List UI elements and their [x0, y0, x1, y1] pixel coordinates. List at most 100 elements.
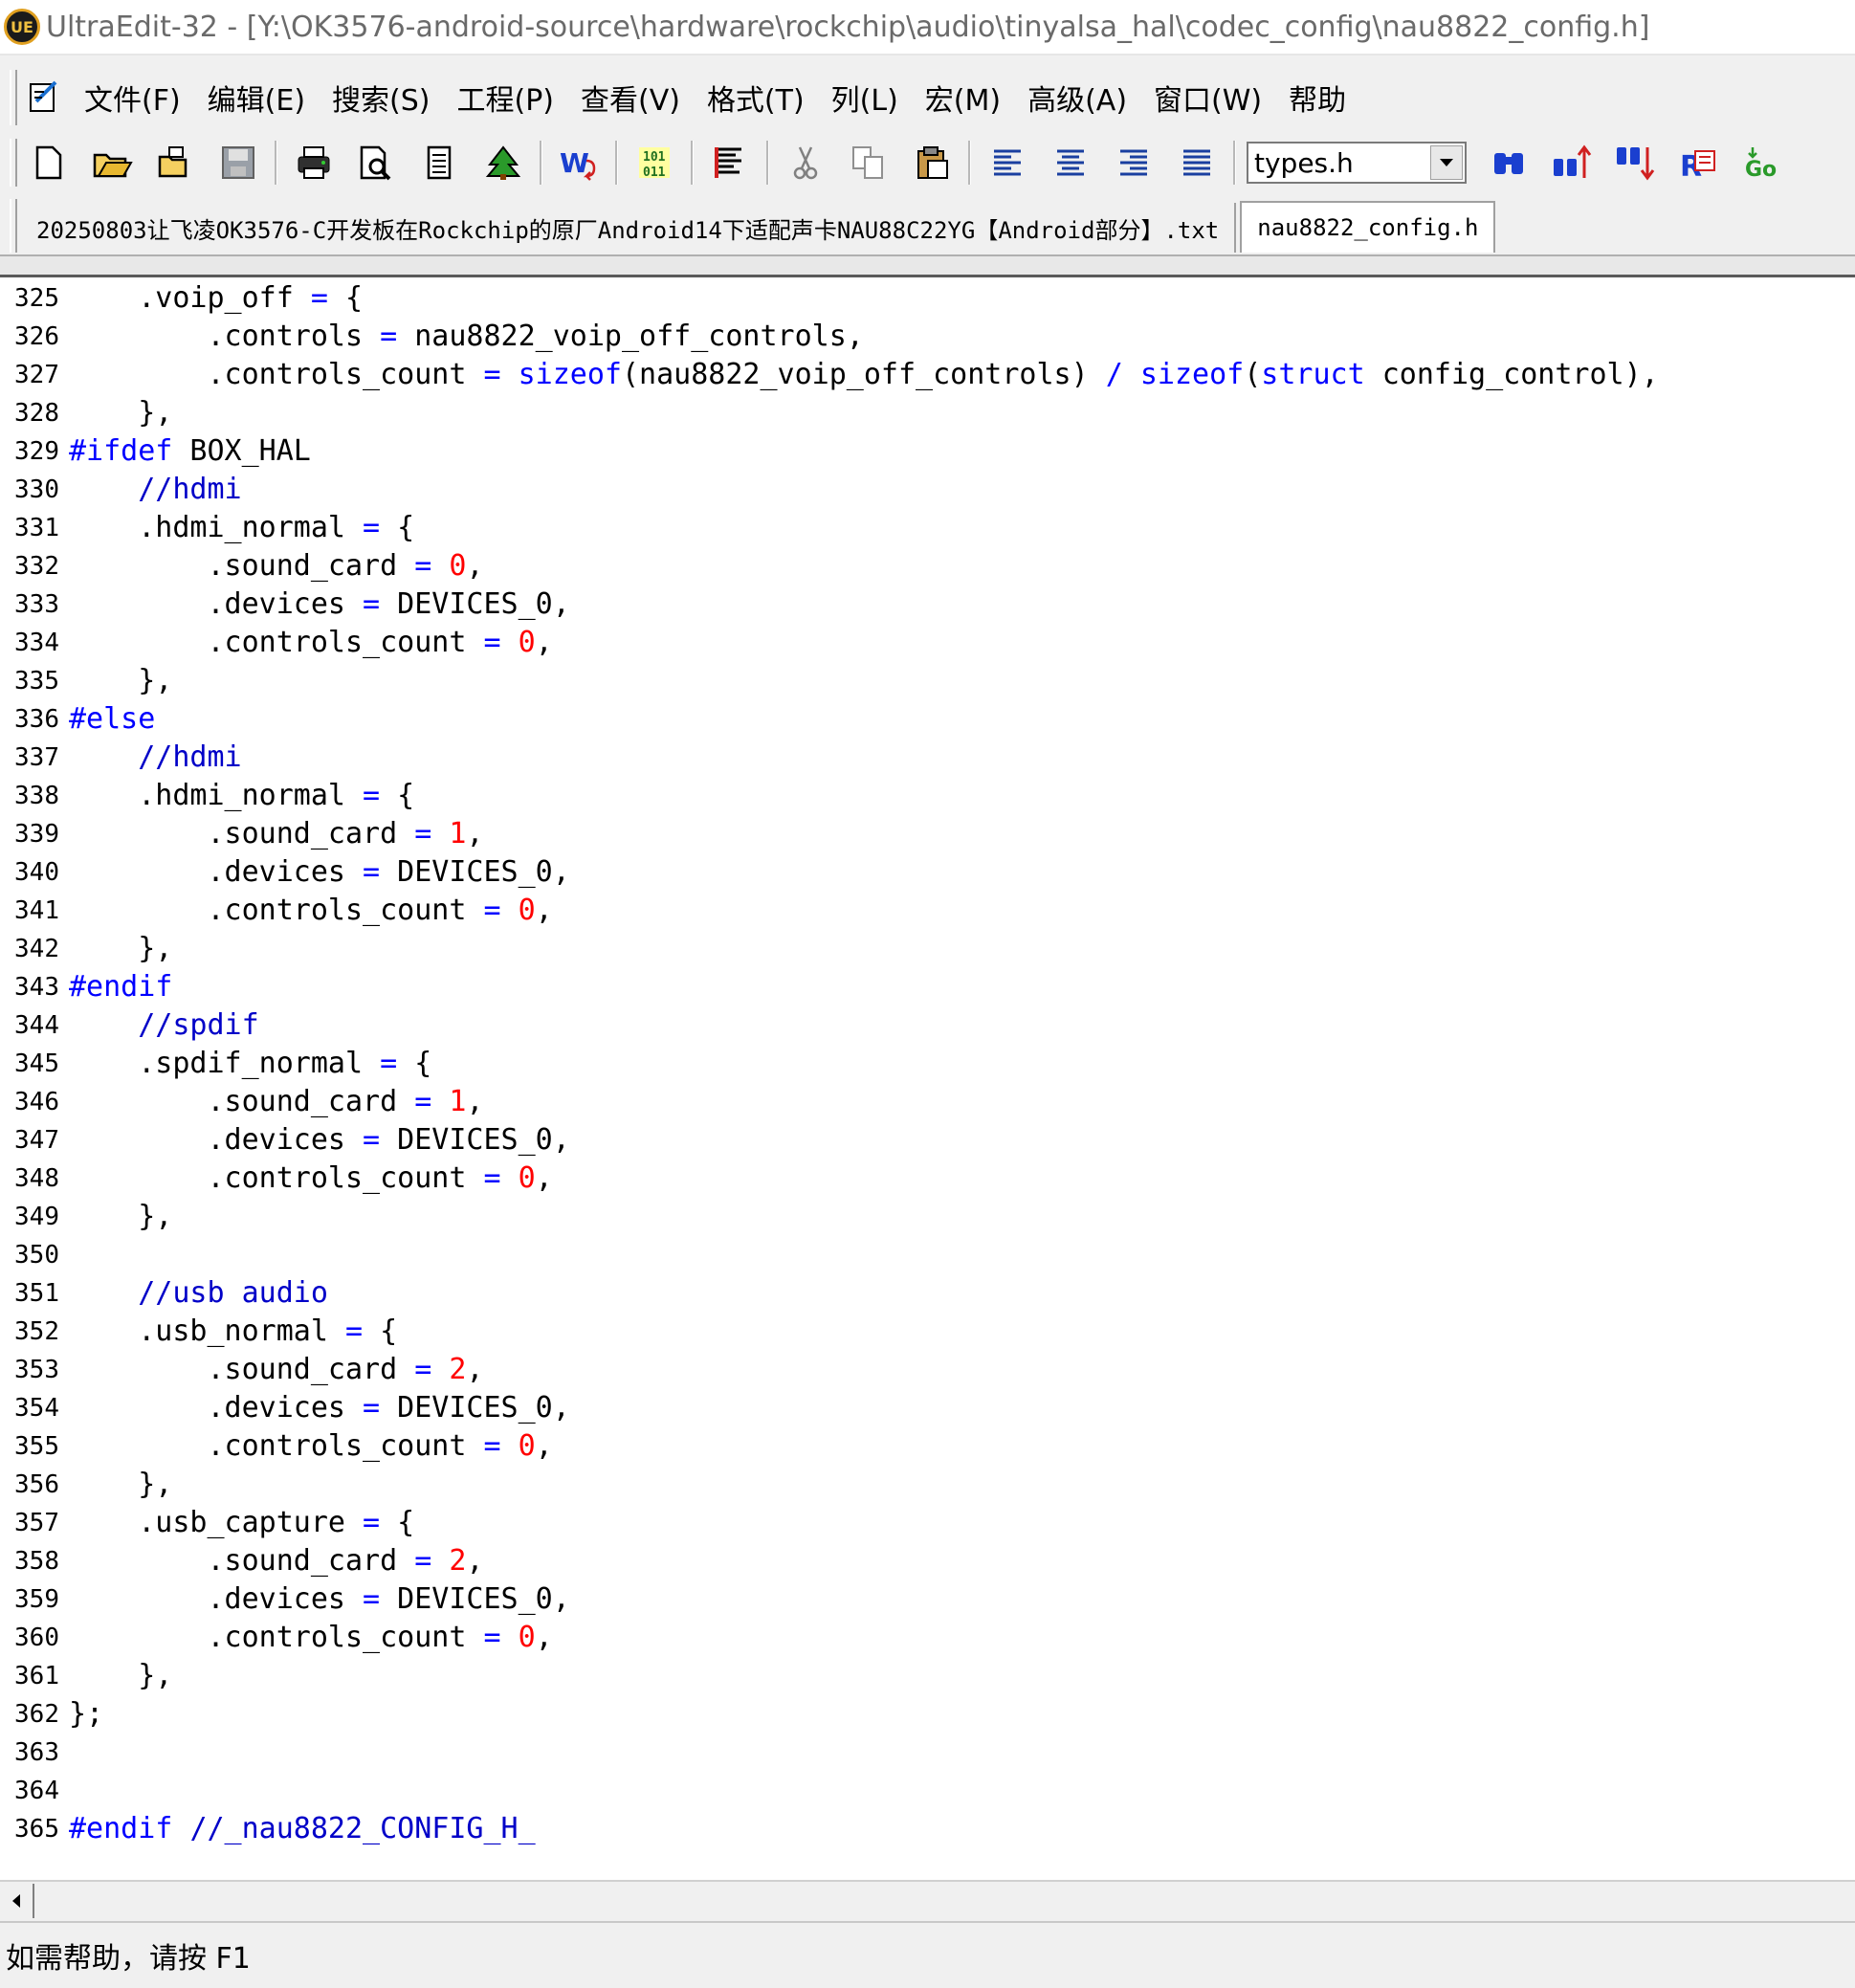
menu-grip[interactable]	[10, 70, 17, 125]
code-line[interactable]: 364	[0, 1772, 1855, 1810]
find-previous-icon[interactable]	[1548, 138, 1598, 188]
line-number: 358	[14, 1547, 59, 1576]
code-line[interactable]: 356 },	[0, 1466, 1855, 1504]
code-line[interactable]: 361 },	[0, 1657, 1855, 1695]
tab-active-file[interactable]: nau8822_config.h	[1240, 201, 1496, 253]
menu-item[interactable]: 搜索(S)	[332, 77, 430, 119]
code-line[interactable]: 338 .hdmi_normal = {	[0, 777, 1855, 815]
code-line[interactable]: 337 //hdmi	[0, 739, 1855, 777]
menu-item[interactable]: 编辑(E)	[208, 77, 305, 119]
tree-icon[interactable]	[478, 138, 528, 188]
menu-item[interactable]: 工程(P)	[457, 77, 555, 119]
code-line[interactable]: 357 .usb_capture = {	[0, 1504, 1855, 1542]
paste-icon[interactable]	[907, 138, 957, 188]
code-token: },	[69, 664, 173, 697]
code-editor[interactable]: 325 .voip_off = {326 .controls = nau8822…	[0, 277, 1855, 1880]
code-line[interactable]: 329 #ifdef BOX_HAL	[0, 432, 1855, 471]
code-line[interactable]: 341 .controls_count = 0,	[0, 892, 1855, 930]
code-line[interactable]: 349 },	[0, 1198, 1855, 1236]
code-line[interactable]: 328 },	[0, 394, 1855, 432]
code-line[interactable]: 343 #endif	[0, 968, 1855, 1006]
open-recent-icon[interactable]	[150, 138, 200, 188]
code-line[interactable]: 359 .devices = DEVICES_0,	[0, 1580, 1855, 1619]
code-token: ,	[535, 1621, 553, 1654]
line-number: 355	[14, 1432, 59, 1461]
code-line[interactable]: 326 .controls = nau8822_voip_off_control…	[0, 318, 1855, 356]
line-number: 328	[14, 399, 59, 428]
align-center-icon[interactable]	[1046, 138, 1095, 188]
code-line[interactable]: 333 .devices = DEVICES_0,	[0, 585, 1855, 624]
code-line[interactable]: 325 .voip_off = {	[0, 279, 1855, 318]
toolbar-separator	[275, 141, 277, 185]
tabbar-grip[interactable]	[10, 199, 17, 253]
column-markers-icon[interactable]	[415, 138, 465, 188]
spell-check-icon[interactable]	[705, 138, 755, 188]
code-line[interactable]: 334 .controls_count = 0,	[0, 624, 1855, 662]
save-icon[interactable]	[213, 138, 263, 188]
align-left-icon[interactable]	[983, 138, 1032, 188]
menu-item[interactable]: 高级(A)	[1027, 77, 1127, 119]
chevron-down-icon[interactable]	[1430, 145, 1463, 180]
code-text: },	[69, 1657, 172, 1695]
code-line[interactable]: 362};	[0, 1695, 1855, 1734]
code-token: DEVICES_0,	[380, 1582, 570, 1616]
code-token: ,	[535, 1161, 553, 1195]
code-line[interactable]: 339 .sound_card = 1,	[0, 815, 1855, 853]
code-line[interactable]: 352 .usb_normal = {	[0, 1313, 1855, 1351]
menu-item[interactable]: 列(L)	[831, 77, 898, 119]
code-line[interactable]: 336 #else	[0, 700, 1855, 739]
find-icon[interactable]	[1485, 138, 1535, 188]
print-icon[interactable]	[289, 138, 339, 188]
code-line[interactable]: 365 #endif //_nau8822_CONFIG_H_	[0, 1810, 1855, 1848]
code-line[interactable]: 344 //spdif	[0, 1006, 1855, 1045]
horizontal-scrollbar[interactable]	[0, 1880, 1855, 1920]
document-menu-icon[interactable]	[27, 78, 65, 117]
goto-icon[interactable]: Go	[1737, 138, 1787, 188]
code-line[interactable]: 348 .controls_count = 0,	[0, 1160, 1855, 1198]
menu-item[interactable]: 帮助	[1289, 77, 1346, 119]
code-text: .devices = DEVICES_0,	[69, 1389, 569, 1427]
code-token: {	[363, 1314, 398, 1348]
print-preview-icon[interactable]	[352, 138, 402, 188]
code-line[interactable]: 327 .controls_count = sizeof(nau8822_voi…	[0, 356, 1855, 394]
code-token: ,	[535, 626, 553, 659]
code-line[interactable]: 360 .controls_count = 0,	[0, 1619, 1855, 1657]
code-line[interactable]: 342 },	[0, 930, 1855, 968]
code-line[interactable]: 354 .devices = DEVICES_0,	[0, 1389, 1855, 1427]
code-line[interactable]: 332 .sound_card = 0,	[0, 547, 1855, 585]
code-line[interactable]: 331 .hdmi_normal = {	[0, 509, 1855, 547]
code-line[interactable]: 347 .devices = DEVICES_0,	[0, 1121, 1855, 1160]
find-next-icon[interactable]	[1611, 138, 1661, 188]
code-line[interactable]: 335 },	[0, 662, 1855, 700]
open-file-icon[interactable]	[87, 138, 137, 188]
cut-icon[interactable]	[781, 138, 830, 188]
hex-mode-icon[interactable]: 101 011	[629, 138, 679, 188]
tab-file[interactable]: 20250803让飞凌OK3576-C开发板在Rockchip的原厂Androi…	[21, 203, 1237, 253]
toolbar-grip[interactable]	[10, 139, 17, 187]
code-line[interactable]: 353 .sound_card = 2,	[0, 1351, 1855, 1389]
menu-item[interactable]: 文件(F)	[84, 77, 181, 119]
code-line[interactable]: 350	[0, 1236, 1855, 1274]
code-line[interactable]: 363	[0, 1734, 1855, 1772]
code-line[interactable]: 351 //usb audio	[0, 1274, 1855, 1313]
function-list-combo[interactable]: types.h	[1247, 142, 1467, 184]
justify-icon[interactable]	[1172, 138, 1222, 188]
editor-splitter[interactable]	[0, 254, 1855, 277]
word-wrap-icon[interactable]: W	[554, 138, 604, 188]
code-line[interactable]: 330 //hdmi	[0, 471, 1855, 509]
menu-item[interactable]: 查看(V)	[581, 77, 680, 119]
menu-item[interactable]: 窗口(W)	[1154, 77, 1262, 119]
replace-icon[interactable]: R	[1674, 138, 1724, 188]
code-line[interactable]: 358 .sound_card = 2,	[0, 1542, 1855, 1580]
code-line[interactable]: 340 .devices = DEVICES_0,	[0, 853, 1855, 892]
align-right-icon[interactable]	[1109, 138, 1159, 188]
scroll-left-icon[interactable]	[0, 1884, 34, 1918]
code-line[interactable]: 346 .sound_card = 1,	[0, 1083, 1855, 1121]
copy-icon[interactable]	[844, 138, 894, 188]
menu-item[interactable]: 宏(M)	[925, 77, 1001, 119]
menu-item[interactable]: 格式(T)	[707, 77, 805, 119]
code-line[interactable]: 345 .spdif_normal = {	[0, 1045, 1855, 1083]
code-line[interactable]: 355 .controls_count = 0,	[0, 1427, 1855, 1466]
new-file-icon[interactable]	[24, 138, 74, 188]
